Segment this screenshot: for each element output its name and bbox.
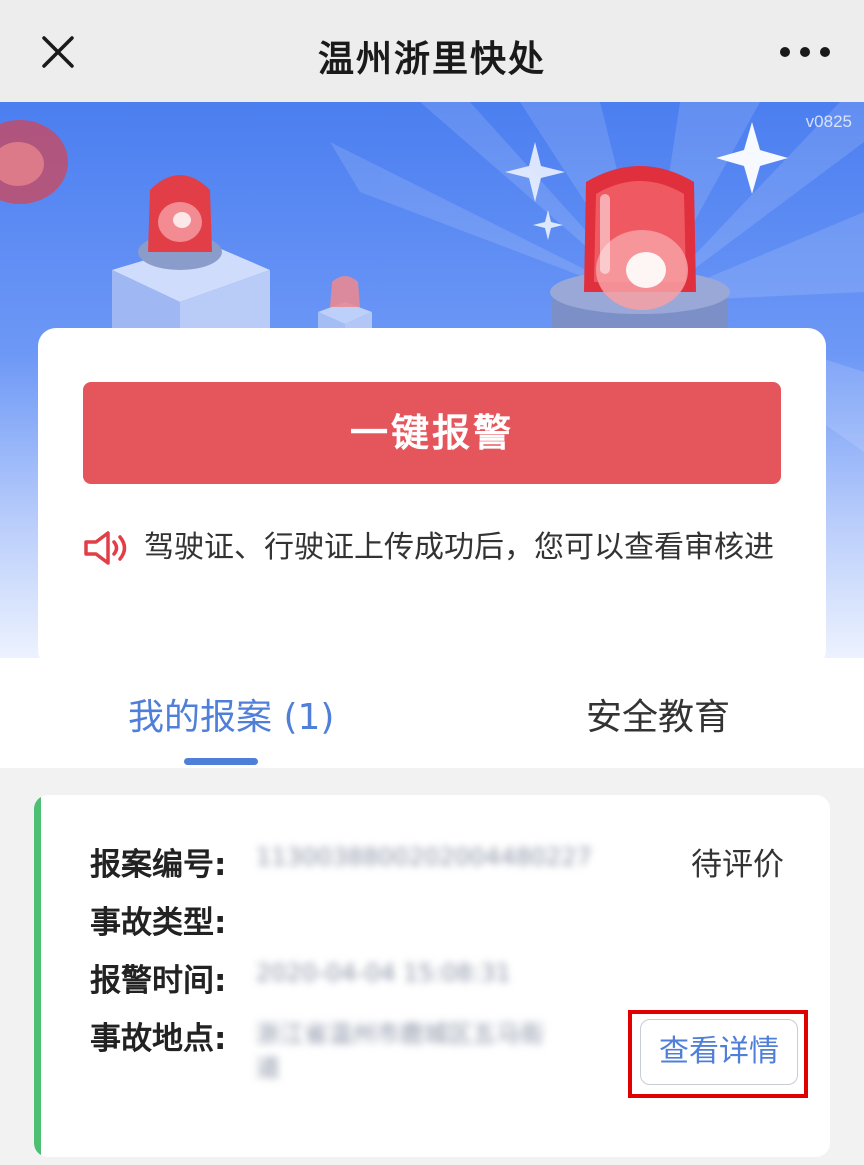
alarm-card: 一键报警 驾驶证、行驶证上传成功后，您可以查看审核进 — [38, 328, 826, 668]
page-title: 温州浙里快处 — [317, 39, 546, 80]
accident-location-label: 事故地点: — [90, 1021, 227, 1057]
accident-location-value: 浙江省温州市鹿城区五马街道 — [256, 1020, 544, 1082]
notice-text: 驾驶证、行驶证上传成功后，您可以查看审核进 — [144, 530, 774, 565]
tab-my-reports[interactable]: 我的报案 (1) — [128, 688, 334, 740]
title-bar: 温州浙里快处 — [0, 0, 864, 102]
active-tab-indicator — [184, 758, 258, 765]
report-number-label: 报案编号: — [90, 847, 227, 883]
status-badge: 待评价 — [691, 847, 784, 883]
tab-bar: 我的报案 (1) 安全教育 — [0, 658, 864, 768]
tab-safety-education[interactable]: 安全教育 — [586, 688, 730, 740]
status-accent-bar — [34, 795, 41, 1157]
report-card: 报案编号: 1130038800202004480227 事故类型: 报警时间:… — [34, 795, 830, 1157]
accident-type-label: 事故类型: — [90, 905, 227, 941]
report-number-value: 1130038800202004480227 — [256, 843, 592, 871]
version-label: v0825 — [805, 112, 852, 131]
notice-bar[interactable]: 驾驶证、行驶证上传成功后，您可以查看审核进 — [82, 524, 782, 572]
more-icon[interactable] — [778, 40, 832, 64]
alarm-time-label: 报警时间: — [90, 963, 227, 999]
alarm-time-value: 2020-04-04 15:08:31 — [256, 959, 511, 987]
speaker-icon — [84, 531, 127, 565]
view-details-button[interactable]: 查看详情 — [640, 1019, 798, 1085]
one-click-alarm-button[interactable]: 一键报警 — [83, 382, 781, 484]
